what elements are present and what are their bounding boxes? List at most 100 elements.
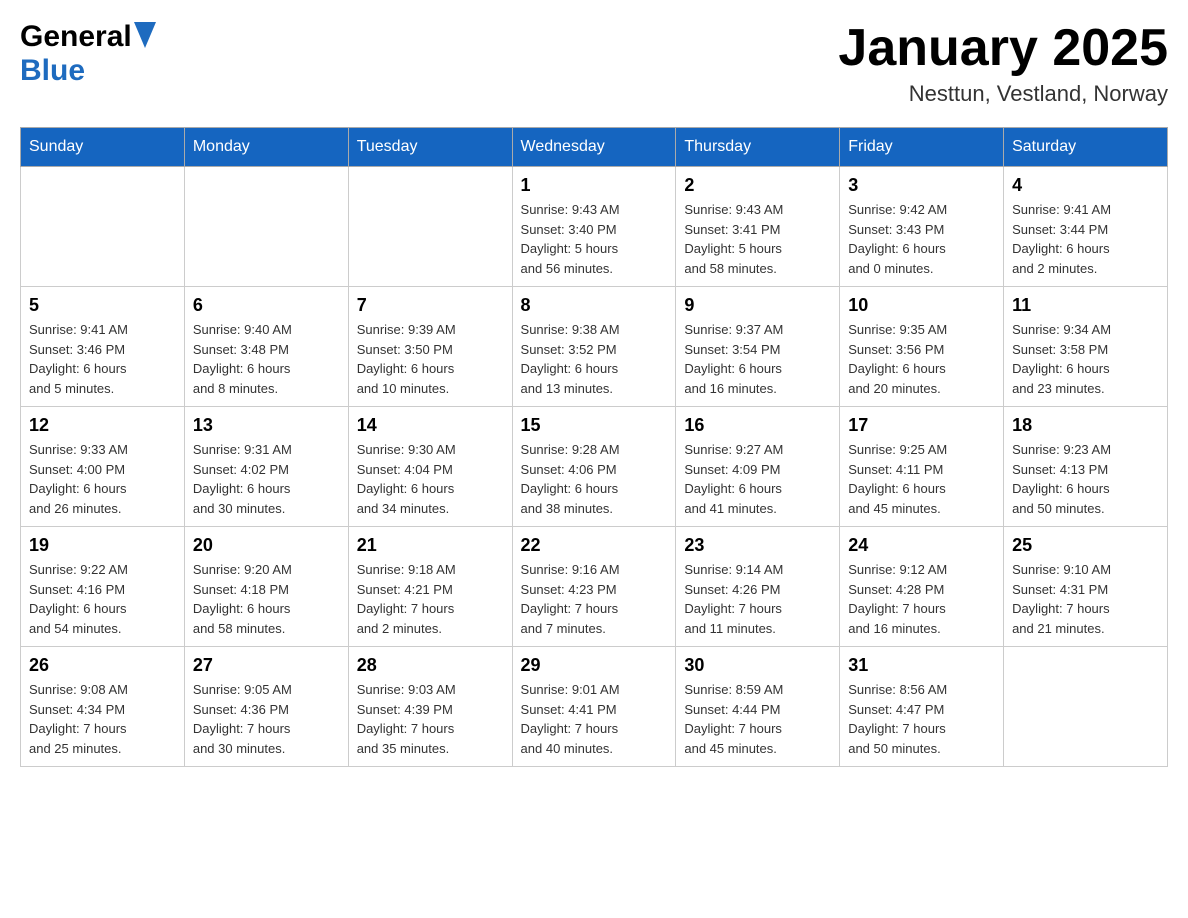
day-info: Sunrise: 9:43 AM Sunset: 3:40 PM Dayligh… bbox=[521, 200, 668, 278]
day-info: Sunrise: 9:23 AM Sunset: 4:13 PM Dayligh… bbox=[1012, 440, 1159, 518]
day-number: 19 bbox=[29, 535, 176, 556]
day-cell: 7 Sunrise: 9:39 AM Sunset: 3:50 PM Daylig… bbox=[348, 287, 512, 407]
day-info: Sunrise: 9:30 AM Sunset: 4:04 PM Dayligh… bbox=[357, 440, 504, 518]
day-info: Sunrise: 9:10 AM Sunset: 4:31 PM Dayligh… bbox=[1012, 560, 1159, 638]
day-info: Sunrise: 9:27 AM Sunset: 4:09 PM Dayligh… bbox=[684, 440, 831, 518]
day-info: Sunrise: 9:16 AM Sunset: 4:23 PM Dayligh… bbox=[521, 560, 668, 638]
weekday-header-row: SundayMondayTuesdayWednesdayThursdayFrid… bbox=[21, 128, 1168, 167]
calendar-subtitle: Nesttun, Vestland, Norway bbox=[838, 81, 1168, 107]
day-number: 23 bbox=[684, 535, 831, 556]
day-cell: 21 Sunrise: 9:18 AM Sunset: 4:21 PM Dayli… bbox=[348, 527, 512, 647]
weekday-header-tuesday: Tuesday bbox=[348, 128, 512, 167]
day-cell: 12Sunrise: 9:33 AM Sunset: 4:00 PM Dayli… bbox=[21, 407, 185, 527]
day-cell: 30 Sunrise: 8:59 AM Sunset: 4:44 PM Dayli… bbox=[676, 647, 840, 767]
day-cell: 31 Sunrise: 8:56 AM Sunset: 4:47 PM Dayli… bbox=[840, 647, 1004, 767]
calendar-title: January 2025 bbox=[838, 20, 1168, 77]
day-number: 16 bbox=[684, 415, 831, 436]
day-info: Sunrise: 9:12 AM Sunset: 4:28 PM Dayligh… bbox=[848, 560, 995, 638]
day-number: 22 bbox=[521, 535, 668, 556]
weekday-header-thursday: Thursday bbox=[676, 128, 840, 167]
day-info: Sunrise: 9:43 AM Sunset: 3:41 PM Dayligh… bbox=[684, 200, 831, 278]
calendar-table: SundayMondayTuesdayWednesdayThursdayFrid… bbox=[20, 127, 1168, 767]
day-number: 24 bbox=[848, 535, 995, 556]
logo-general-text: General bbox=[20, 20, 132, 54]
day-info: Sunrise: 9:14 AM Sunset: 4:26 PM Dayligh… bbox=[684, 560, 831, 638]
weekday-header-wednesday: Wednesday bbox=[512, 128, 676, 167]
day-info: Sunrise: 9:39 AM Sunset: 3:50 PM Dayligh… bbox=[357, 320, 504, 398]
day-info: Sunrise: 9:40 AM Sunset: 3:48 PM Dayligh… bbox=[193, 320, 340, 398]
day-info: Sunrise: 9:41 AM Sunset: 3:46 PM Dayligh… bbox=[29, 320, 176, 398]
day-number: 14 bbox=[357, 415, 504, 436]
day-number: 1 bbox=[521, 175, 668, 196]
day-number: 26 bbox=[29, 655, 176, 676]
day-cell bbox=[21, 167, 185, 287]
day-number: 9 bbox=[684, 295, 831, 316]
day-cell: 10Sunrise: 9:35 AM Sunset: 3:56 PM Dayli… bbox=[840, 287, 1004, 407]
day-number: 20 bbox=[193, 535, 340, 556]
day-info: Sunrise: 9:20 AM Sunset: 4:18 PM Dayligh… bbox=[193, 560, 340, 638]
day-cell: 29Sunrise: 9:01 AM Sunset: 4:41 PM Dayli… bbox=[512, 647, 676, 767]
day-number: 15 bbox=[521, 415, 668, 436]
day-cell: 18 Sunrise: 9:23 AM Sunset: 4:13 PM Dayli… bbox=[1004, 407, 1168, 527]
day-number: 8 bbox=[521, 295, 668, 316]
day-cell: 22 Sunrise: 9:16 AM Sunset: 4:23 PM Dayli… bbox=[512, 527, 676, 647]
week-row-3: 12Sunrise: 9:33 AM Sunset: 4:00 PM Dayli… bbox=[21, 407, 1168, 527]
day-number: 31 bbox=[848, 655, 995, 676]
day-number: 25 bbox=[1012, 535, 1159, 556]
day-number: 6 bbox=[193, 295, 340, 316]
day-info: Sunrise: 9:05 AM Sunset: 4:36 PM Dayligh… bbox=[193, 680, 340, 758]
day-number: 28 bbox=[357, 655, 504, 676]
day-info: Sunrise: 9:38 AM Sunset: 3:52 PM Dayligh… bbox=[521, 320, 668, 398]
day-info: Sunrise: 9:34 AM Sunset: 3:58 PM Dayligh… bbox=[1012, 320, 1159, 398]
day-cell: 23 Sunrise: 9:14 AM Sunset: 4:26 PM Dayli… bbox=[676, 527, 840, 647]
day-cell: 14 Sunrise: 9:30 AM Sunset: 4:04 PM Dayli… bbox=[348, 407, 512, 527]
weekday-header-saturday: Saturday bbox=[1004, 128, 1168, 167]
title-section: January 2025 Nesttun, Vestland, Norway bbox=[838, 20, 1168, 107]
day-info: Sunrise: 9:42 AM Sunset: 3:43 PM Dayligh… bbox=[848, 200, 995, 278]
week-row-4: 19 Sunrise: 9:22 AM Sunset: 4:16 PM Dayli… bbox=[21, 527, 1168, 647]
day-cell: 20 Sunrise: 9:20 AM Sunset: 4:18 PM Dayli… bbox=[184, 527, 348, 647]
day-cell: 17Sunrise: 9:25 AM Sunset: 4:11 PM Dayli… bbox=[840, 407, 1004, 527]
day-info: Sunrise: 8:56 AM Sunset: 4:47 PM Dayligh… bbox=[848, 680, 995, 758]
day-cell: 8 Sunrise: 9:38 AM Sunset: 3:52 PM Daylig… bbox=[512, 287, 676, 407]
weekday-header-sunday: Sunday bbox=[21, 128, 185, 167]
day-info: Sunrise: 8:59 AM Sunset: 4:44 PM Dayligh… bbox=[684, 680, 831, 758]
day-number: 4 bbox=[1012, 175, 1159, 196]
day-info: Sunrise: 9:37 AM Sunset: 3:54 PM Dayligh… bbox=[684, 320, 831, 398]
day-info: Sunrise: 9:28 AM Sunset: 4:06 PM Dayligh… bbox=[521, 440, 668, 518]
day-cell: 6 Sunrise: 9:40 AM Sunset: 3:48 PM Daylig… bbox=[184, 287, 348, 407]
day-cell: 26 Sunrise: 9:08 AM Sunset: 4:34 PM Dayli… bbox=[21, 647, 185, 767]
day-cell: 24 Sunrise: 9:12 AM Sunset: 4:28 PM Dayli… bbox=[840, 527, 1004, 647]
day-number: 2 bbox=[684, 175, 831, 196]
day-number: 21 bbox=[357, 535, 504, 556]
week-row-1: 1 Sunrise: 9:43 AM Sunset: 3:40 PM Daylig… bbox=[21, 167, 1168, 287]
day-number: 11 bbox=[1012, 295, 1159, 316]
day-number: 7 bbox=[357, 295, 504, 316]
day-cell: 15 Sunrise: 9:28 AM Sunset: 4:06 PM Dayli… bbox=[512, 407, 676, 527]
day-number: 17 bbox=[848, 415, 995, 436]
day-number: 13 bbox=[193, 415, 340, 436]
day-cell: 2 Sunrise: 9:43 AM Sunset: 3:41 PM Daylig… bbox=[676, 167, 840, 287]
day-cell: 9 Sunrise: 9:37 AM Sunset: 3:54 PM Daylig… bbox=[676, 287, 840, 407]
day-info: Sunrise: 9:18 AM Sunset: 4:21 PM Dayligh… bbox=[357, 560, 504, 638]
day-cell bbox=[1004, 647, 1168, 767]
weekday-header-friday: Friday bbox=[840, 128, 1004, 167]
day-info: Sunrise: 9:31 AM Sunset: 4:02 PM Dayligh… bbox=[193, 440, 340, 518]
day-info: Sunrise: 9:08 AM Sunset: 4:34 PM Dayligh… bbox=[29, 680, 176, 758]
day-info: Sunrise: 9:22 AM Sunset: 4:16 PM Dayligh… bbox=[29, 560, 176, 638]
day-number: 3 bbox=[848, 175, 995, 196]
day-cell: 11 Sunrise: 9:34 AM Sunset: 3:58 PM Dayli… bbox=[1004, 287, 1168, 407]
day-number: 30 bbox=[684, 655, 831, 676]
day-info: Sunrise: 9:41 AM Sunset: 3:44 PM Dayligh… bbox=[1012, 200, 1159, 278]
day-number: 18 bbox=[1012, 415, 1159, 436]
day-cell: 19 Sunrise: 9:22 AM Sunset: 4:16 PM Dayli… bbox=[21, 527, 185, 647]
day-cell bbox=[348, 167, 512, 287]
week-row-5: 26 Sunrise: 9:08 AM Sunset: 4:34 PM Dayli… bbox=[21, 647, 1168, 767]
day-cell: 25 Sunrise: 9:10 AM Sunset: 4:31 PM Dayli… bbox=[1004, 527, 1168, 647]
day-info: Sunrise: 9:01 AM Sunset: 4:41 PM Dayligh… bbox=[521, 680, 668, 758]
day-info: Sunrise: 9:35 AM Sunset: 3:56 PM Dayligh… bbox=[848, 320, 995, 398]
day-info: Sunrise: 9:03 AM Sunset: 4:39 PM Dayligh… bbox=[357, 680, 504, 758]
day-cell: 3 Sunrise: 9:42 AM Sunset: 3:43 PM Daylig… bbox=[840, 167, 1004, 287]
week-row-2: 5Sunrise: 9:41 AM Sunset: 3:46 PM Daylig… bbox=[21, 287, 1168, 407]
day-cell: 4 Sunrise: 9:41 AM Sunset: 3:44 PM Daylig… bbox=[1004, 167, 1168, 287]
